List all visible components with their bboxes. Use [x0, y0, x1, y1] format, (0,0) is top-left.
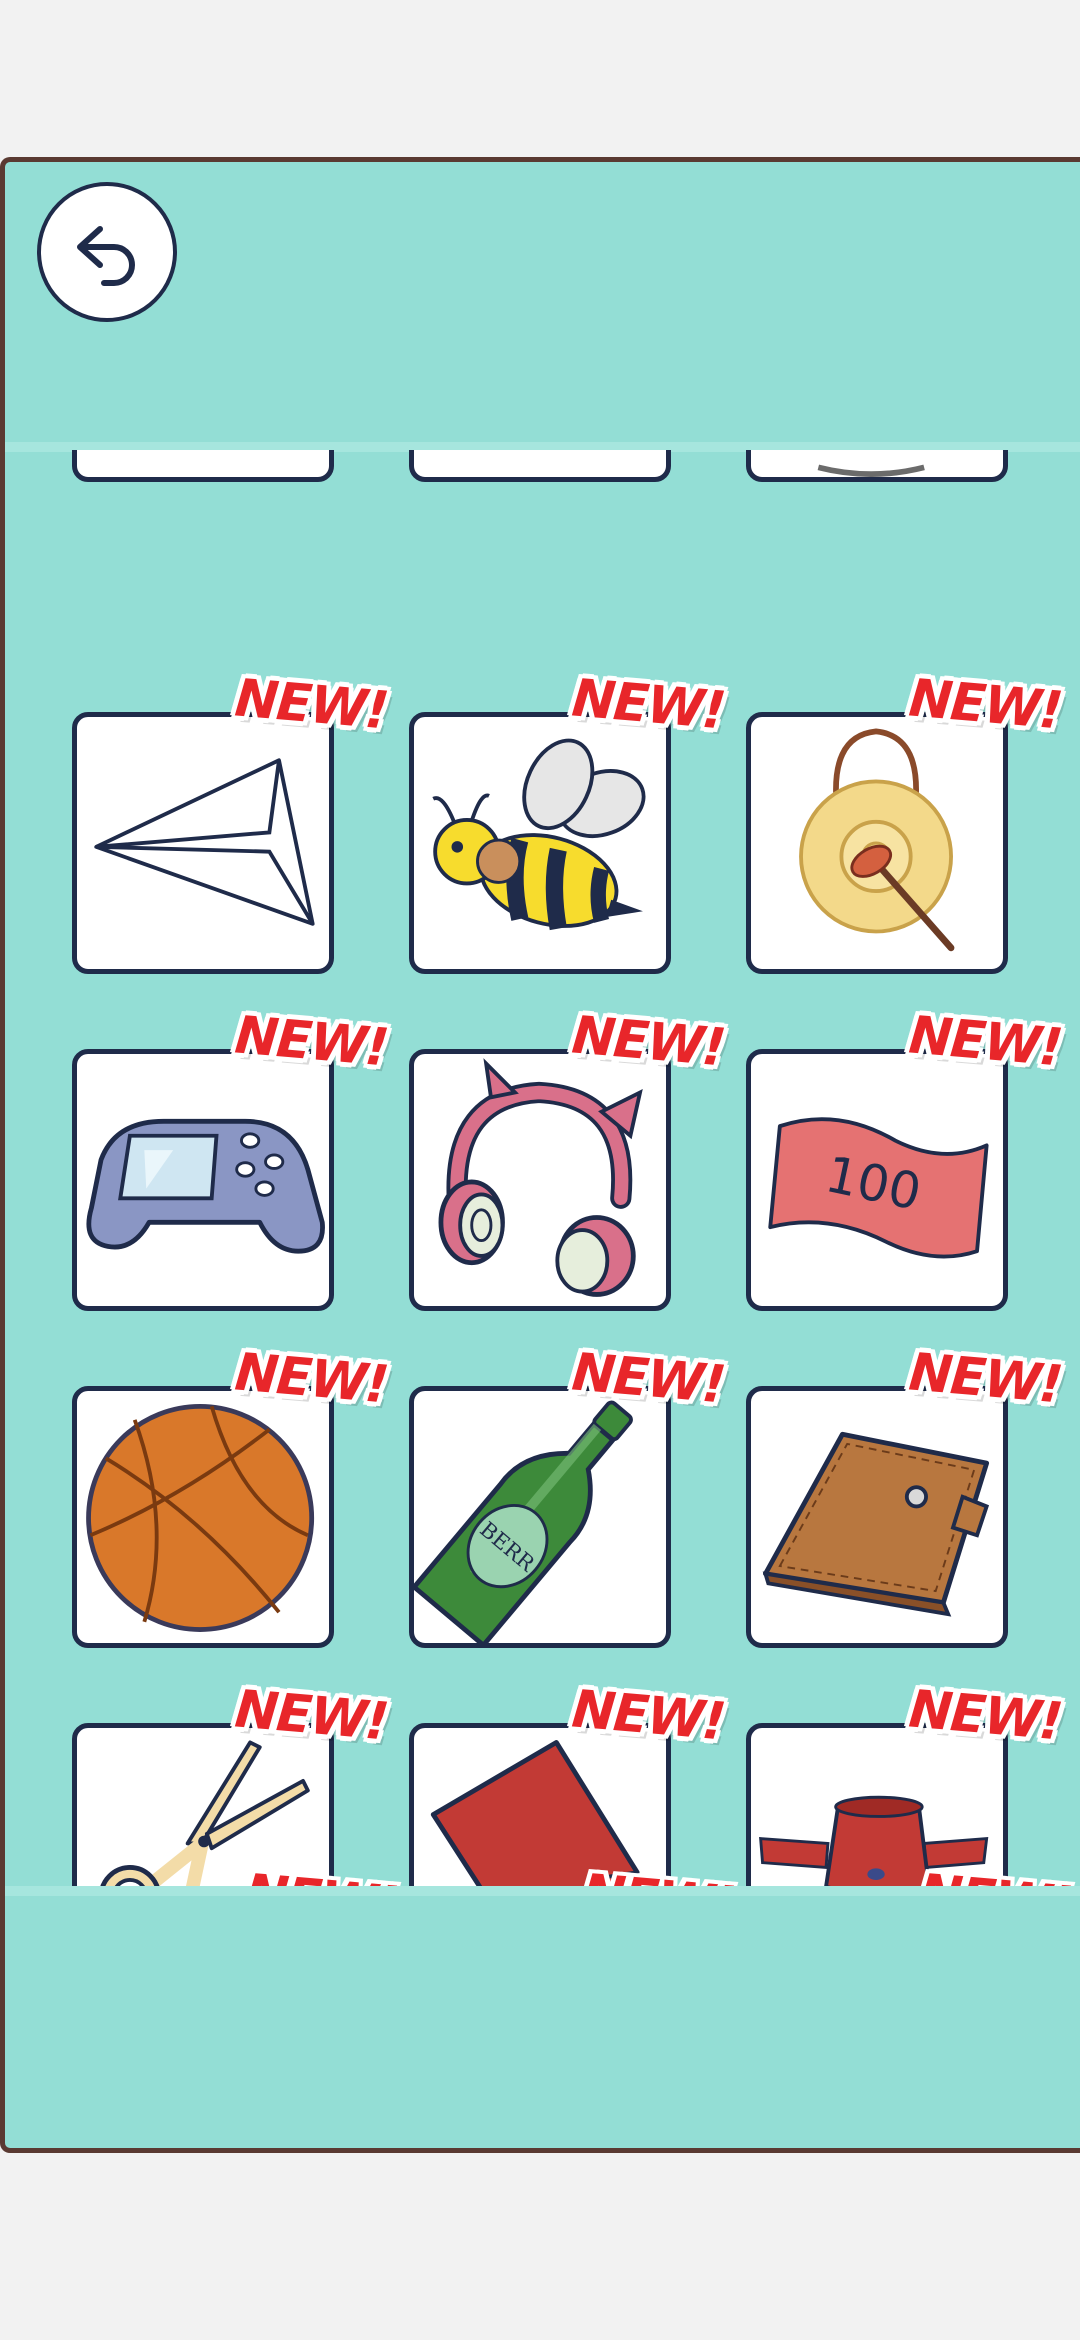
scroll-bottom-divider: [5, 1886, 1080, 1896]
item-card-partial[interactable]: [72, 450, 334, 482]
item-card[interactable]: 100 NEW!: [746, 1005, 1063, 1311]
item-card[interactable]: NEW!: [409, 668, 726, 974]
item-grid[interactable]: NEW! NEW! NEW! NEW! NEW! 100 NEW! NEW! B…: [5, 450, 1080, 1888]
item-card-partial[interactable]: [746, 450, 1008, 482]
item-collection-panel: NEW! NEW! NEW! NEW! NEW! 100 NEW! NEW! B…: [0, 157, 1080, 2153]
bee-icon: [432, 738, 646, 931]
headphones-icon: [438, 1058, 643, 1297]
basketball-icon: [86, 1403, 315, 1632]
paper-plane-icon: [94, 758, 315, 926]
game-controller-icon: [86, 1118, 325, 1254]
item-card-partial[interactable]: [409, 450, 671, 482]
item-card[interactable]: NEW!: [72, 1005, 389, 1311]
gong-icon: [799, 728, 955, 952]
item-card[interactable]: NEW!: [746, 1679, 1063, 1888]
item-card[interactable]: NEW!: [409, 1679, 726, 1888]
red-paper-icon: [430, 1740, 640, 1888]
item-card[interactable]: NEW!: [72, 668, 389, 974]
item-card[interactable]: NEW!: [72, 1342, 389, 1648]
scissors-icon: [99, 1740, 310, 1888]
item-card[interactable]: NEW!: [746, 1342, 1063, 1648]
item-card[interactable]: BERR NEW!: [409, 1342, 726, 1648]
banknote-icon: 100: [768, 1117, 989, 1259]
wallet-icon: [762, 1431, 990, 1617]
back-arrow-icon: [77, 226, 135, 286]
item-card[interactable]: NEW!: [72, 1679, 389, 1888]
back-button[interactable]: [37, 182, 177, 322]
red-hat-icon: [759, 1795, 989, 1888]
item-card[interactable]: NEW!: [746, 668, 1063, 974]
beer-bottle-icon: BERR: [414, 1400, 633, 1643]
item-card[interactable]: NEW!: [409, 1005, 726, 1311]
